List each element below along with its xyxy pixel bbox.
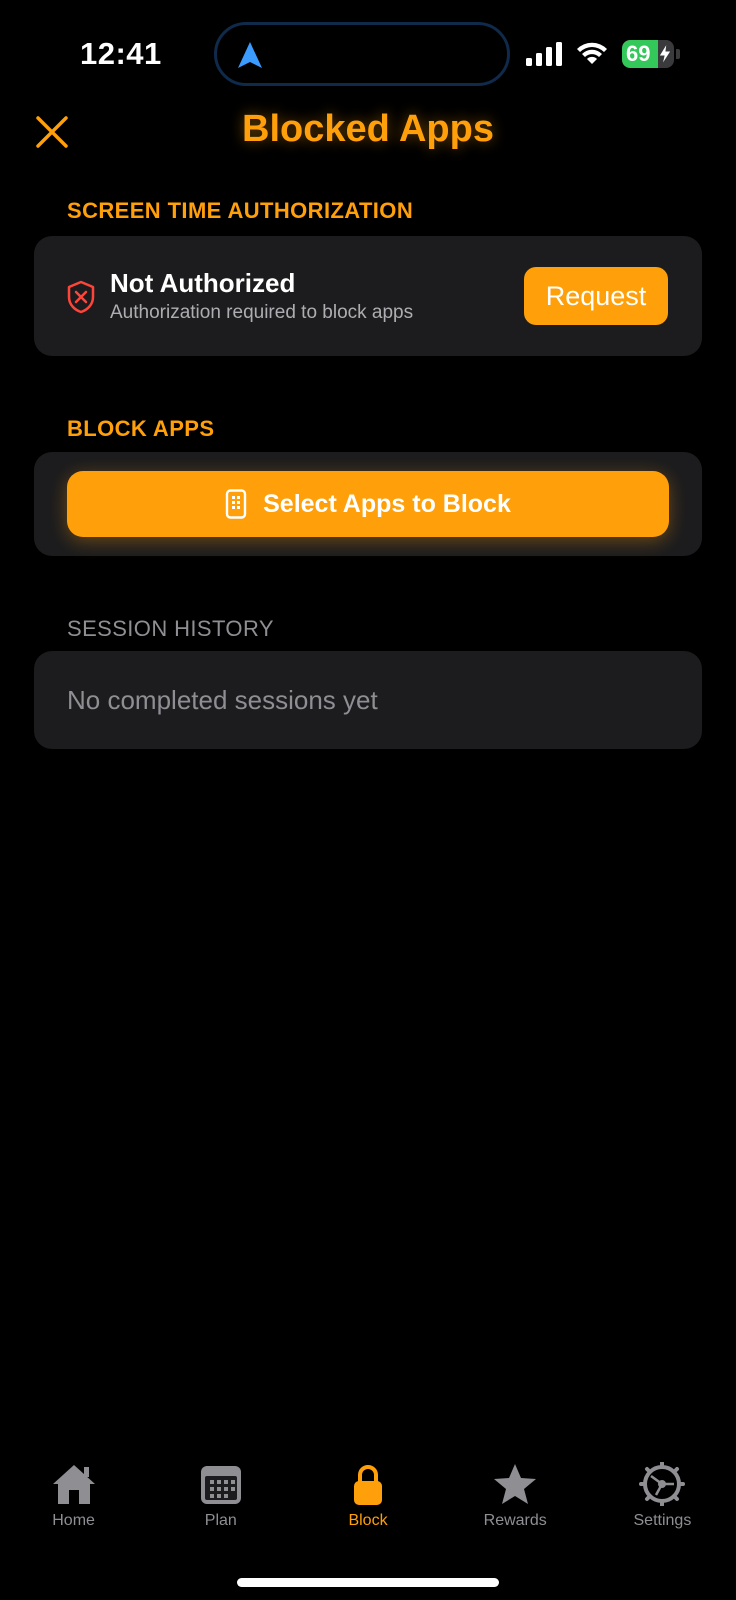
select-apps-label: Select Apps to Block <box>263 489 511 518</box>
home-indicator[interactable] <box>237 1578 499 1587</box>
session-history-empty-text: No completed sessions yet <box>67 685 378 715</box>
status-bar: 12:41 69 <box>0 0 736 100</box>
battery-indicator: 69 <box>622 40 674 68</box>
charging-bolt-icon <box>658 43 672 65</box>
tab-plan[interactable]: Plan <box>147 1462 294 1562</box>
gear-icon <box>639 1462 686 1506</box>
wifi-icon <box>577 42 607 64</box>
tab-rewards[interactable]: Rewards <box>442 1462 589 1562</box>
battery-cap <box>676 49 680 59</box>
shield-x-icon <box>67 280 95 314</box>
tab-settings-label: Settings <box>633 1512 692 1529</box>
authorization-status-title: Not Authorized <box>110 268 296 298</box>
cellular-signal-icon <box>526 42 562 66</box>
request-authorization-button[interactable]: Request <box>524 267 668 325</box>
tab-home[interactable]: Home <box>0 1462 147 1562</box>
session-history-section-label: SESSION HISTORY <box>67 616 274 641</box>
battery-percent: 69 <box>626 41 651 66</box>
tab-block-label: Block <box>348 1512 388 1529</box>
tab-rewards-label: Rewards <box>483 1512 547 1529</box>
lock-icon <box>354 1465 382 1505</box>
phone-apps-icon <box>225 489 247 519</box>
status-time: 12:41 <box>80 36 162 71</box>
dynamic-island <box>214 22 510 86</box>
block-apps-section-label: BLOCK APPS <box>67 416 215 441</box>
tab-settings[interactable]: Settings <box>589 1462 736 1562</box>
tab-plan-label: Plan <box>204 1512 237 1529</box>
select-apps-button[interactable]: Select Apps to Block <box>67 471 669 537</box>
session-history-card: No completed sessions yet <box>34 651 702 749</box>
page-title: Blocked Apps <box>242 108 494 150</box>
location-arrow-icon <box>238 42 262 68</box>
house-icon <box>52 1465 95 1504</box>
block-apps-card: Select Apps to Block <box>34 452 702 556</box>
status-indicators: 69 <box>526 40 680 68</box>
calendar-icon <box>200 1466 241 1504</box>
authorization-card: Not Authorized Authorization required to… <box>34 236 702 356</box>
authorization-status-subtitle: Authorization required to block apps <box>110 302 414 323</box>
star-icon <box>494 1464 537 1504</box>
tab-bar: Home Plan Block Rewards Settings <box>0 1462 736 1562</box>
tab-home-label: Home <box>52 1512 95 1529</box>
authorization-section-label: SCREEN TIME AUTHORIZATION <box>67 198 414 223</box>
blocked-apps-screen: 12:41 69 Blocked Apps SCREEN TIME AUTHOR… <box>0 0 736 1600</box>
tab-block[interactable]: Block <box>294 1462 441 1562</box>
